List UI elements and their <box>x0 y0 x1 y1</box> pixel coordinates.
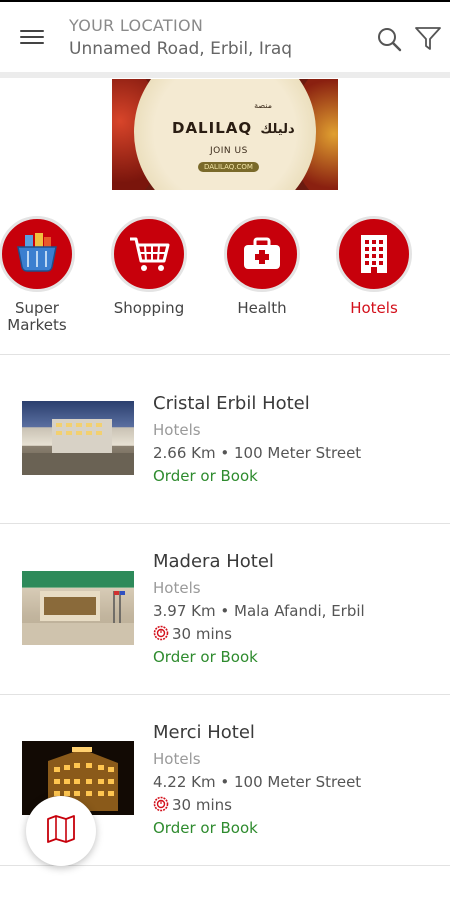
order-or-book-link[interactable]: Order or Book <box>153 819 258 837</box>
banner-join-text: JOIN US <box>210 146 248 156</box>
category-hotels[interactable]: Hotels <box>318 216 430 317</box>
hotel-building-icon <box>336 216 412 292</box>
hamburger-menu-icon[interactable] <box>20 28 46 46</box>
listing-category: Hotels <box>153 750 201 768</box>
listing-distance-address: 2.66 Km • 100 Meter Street <box>153 444 362 462</box>
banner-title: DALILAQ دليلك <box>172 119 295 137</box>
list-item[interactable]: Madera Hotel Hotels 3.97 Km • Mala Afand… <box>0 524 450 694</box>
location-value[interactable]: Unnamed Road, Erbil, Iraq <box>69 39 292 59</box>
banner-url: DALILAQ.COM <box>198 162 259 172</box>
listing-category: Hotels <box>153 579 201 597</box>
listing-distance-address: 4.22 Km • 100 Meter Street <box>153 773 362 791</box>
listing-thumbnail <box>22 401 134 475</box>
filter-funnel-icon[interactable] <box>414 26 442 52</box>
map-view-button[interactable] <box>26 796 96 866</box>
listing-category: Hotels <box>153 421 201 439</box>
banner-arabic-text: منصة <box>254 101 272 110</box>
category-shopping[interactable]: Shopping <box>93 216 205 317</box>
top-app-bar: YOUR LOCATION Unnamed Road, Erbil, Iraq <box>0 0 450 78</box>
shopping-basket-icon <box>0 216 75 292</box>
delivery-time-text: 30 mins <box>172 796 232 814</box>
order-or-book-link[interactable]: Order or Book <box>153 467 258 485</box>
promo-banner[interactable]: منصة DALILAQ دليلك JOIN US DALILAQ.COM <box>112 79 338 190</box>
shopping-cart-icon <box>111 216 187 292</box>
banner-arabic-name: دليلك <box>260 122 295 137</box>
first-aid-kit-icon <box>224 216 300 292</box>
category-super-markets[interactable]: Super Markets <box>0 216 93 334</box>
listing-name: Merci Hotel <box>153 722 255 743</box>
location-label: YOUR LOCATION <box>69 16 204 35</box>
listing-name: Madera Hotel <box>153 551 274 572</box>
category-label: Hotels <box>350 299 398 317</box>
timer-icon <box>153 625 169 641</box>
search-icon[interactable] <box>376 26 402 52</box>
category-label: Health <box>237 299 287 317</box>
listing-name: Cristal Erbil Hotel <box>153 393 310 414</box>
category-label: Shopping <box>113 299 185 317</box>
listing-thumbnail <box>22 571 134 645</box>
list-item[interactable]: Cristal Erbil Hotel Hotels 2.66 Km • 100… <box>0 355 450 523</box>
delivery-time: 30 mins <box>153 625 232 643</box>
listing-distance-address: 3.97 Km • Mala Afandi, Erbil <box>153 602 365 620</box>
status-bar-edge <box>0 0 450 2</box>
map-icon <box>45 814 77 848</box>
delivery-time: 30 mins <box>153 796 232 814</box>
delivery-time-text: 30 mins <box>172 625 232 643</box>
category-health[interactable]: Health <box>206 216 318 317</box>
category-label: Super Markets <box>7 299 67 334</box>
timer-icon <box>153 796 169 812</box>
order-or-book-link[interactable]: Order or Book <box>153 648 258 666</box>
